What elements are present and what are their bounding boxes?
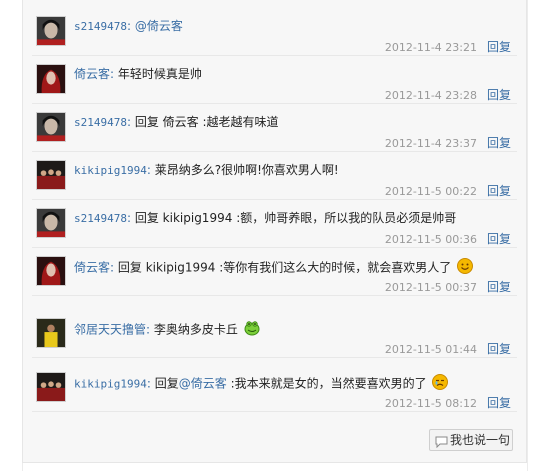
list-item: 邻居天天撸管: 李奥纳多皮卡丘 2012-11-5 01:44 回复	[32, 314, 517, 358]
reply-link[interactable]: 回复	[487, 280, 511, 294]
list-item: kikipig1994: 莱昂纳多么?很帅啊!你喜欢男人啊! 2012-11-5…	[32, 156, 517, 200]
comment-text: :我本来就是女的，当然要喜欢男的了	[230, 376, 427, 391]
speech-bubble-icon	[435, 434, 448, 454]
frog-emoji-icon	[244, 320, 260, 340]
comment-text: :等你有我们这么大的时候，就会喜欢男人了	[219, 260, 452, 275]
post-comment-button[interactable]: 我也说一句	[429, 429, 513, 451]
separator: :	[110, 260, 115, 275]
separator: :	[110, 67, 115, 81]
timestamp: 2012-11-5 08:12	[384, 397, 477, 410]
separator: :	[126, 211, 132, 225]
list-item: 倚云客: 年轻时候真是帅 2012-11-4 23:28 回复	[32, 60, 517, 104]
timestamp: 2012-11-5 00:37	[384, 281, 477, 294]
comment-text: 莱昂纳多么?很帅啊!你喜欢男人啊!	[154, 163, 339, 177]
separator: :	[146, 322, 151, 337]
reply-link[interactable]: 回复	[487, 184, 511, 198]
timestamp: 2012-11-4 23:37	[384, 137, 477, 150]
comment-text: :越老越有味道	[202, 115, 279, 129]
avatar[interactable]	[36, 160, 66, 190]
username-link[interactable]: s2149478	[74, 116, 127, 129]
avatar[interactable]	[36, 16, 66, 46]
username-link[interactable]: 邻居天天撸管	[74, 323, 146, 337]
list-item: 倚云客: 回复 kikipig1994 :等你有我们这么大的时候，就会喜欢男人了…	[32, 252, 517, 296]
post-comment-label: 我也说一句	[450, 433, 511, 447]
list-item: s2149478: 回复 kikipig1994 :额，帅哥养眼，所以我的队员必…	[32, 204, 517, 248]
mention-link[interactable]: @倚云客	[179, 377, 227, 391]
comment-text: :额，帅哥养眼，所以我的队员必须是帅哥	[236, 211, 457, 225]
list-item: kikipig1994: 回复@倚云客 :我本来就是女的，当然要喜欢男的了 20…	[32, 368, 517, 412]
username-link[interactable]: kikipig1994	[74, 164, 147, 177]
list-item: s2149478: @倚云客 2012-11-4 23:21 回复	[32, 12, 517, 56]
username-link[interactable]: s2149478	[74, 20, 127, 33]
timestamp: 2012-11-5 00:36	[384, 233, 477, 246]
comment-text: 李奥纳多皮卡丘	[153, 322, 238, 337]
reply-link[interactable]: 回复	[487, 396, 511, 410]
username-link[interactable]: 倚云客	[74, 261, 110, 275]
avatar[interactable]	[36, 112, 66, 142]
timestamp: 2012-11-5 01:44	[384, 343, 477, 356]
reply-link[interactable]: 回复	[487, 136, 511, 150]
reply-link[interactable]: 回复	[487, 40, 511, 54]
username-link[interactable]: s2149478	[74, 212, 127, 225]
separator: :	[146, 163, 151, 177]
avatar[interactable]	[36, 318, 66, 348]
avatar[interactable]	[36, 208, 66, 238]
avatar[interactable]	[36, 372, 66, 402]
reply-link[interactable]: 回复	[487, 88, 511, 102]
reply-link[interactable]: 回复	[487, 232, 511, 246]
avatar[interactable]	[36, 64, 66, 94]
avatar[interactable]	[36, 256, 66, 286]
list-item: s2149478: 回复 倚云客 :越老越有味道 2012-11-4 23:37…	[32, 108, 517, 152]
separator: :	[126, 115, 132, 129]
username-link[interactable]: kikipig1994	[74, 378, 147, 391]
smile-emoji-icon	[457, 258, 474, 278]
reply-prefix: 回复	[154, 376, 179, 391]
timestamp: 2012-11-4 23:21	[384, 41, 477, 54]
timestamp: 2012-11-4 23:28	[384, 89, 477, 102]
cry-emoji-icon	[432, 374, 449, 394]
reply-prefix: 回复 倚云客	[134, 115, 199, 129]
reply-prefix: 回复 kikipig1994	[134, 211, 233, 225]
mention-link[interactable]: @倚云客	[135, 19, 183, 33]
separator: :	[126, 19, 132, 33]
reply-prefix: 回复 kikipig1994	[117, 260, 216, 275]
username-link[interactable]: 倚云客	[74, 67, 110, 81]
separator: :	[146, 376, 151, 391]
reply-link[interactable]: 回复	[487, 342, 511, 356]
comment-text: 年轻时候真是帅	[117, 67, 202, 81]
timestamp: 2012-11-5 00:22	[384, 185, 477, 198]
